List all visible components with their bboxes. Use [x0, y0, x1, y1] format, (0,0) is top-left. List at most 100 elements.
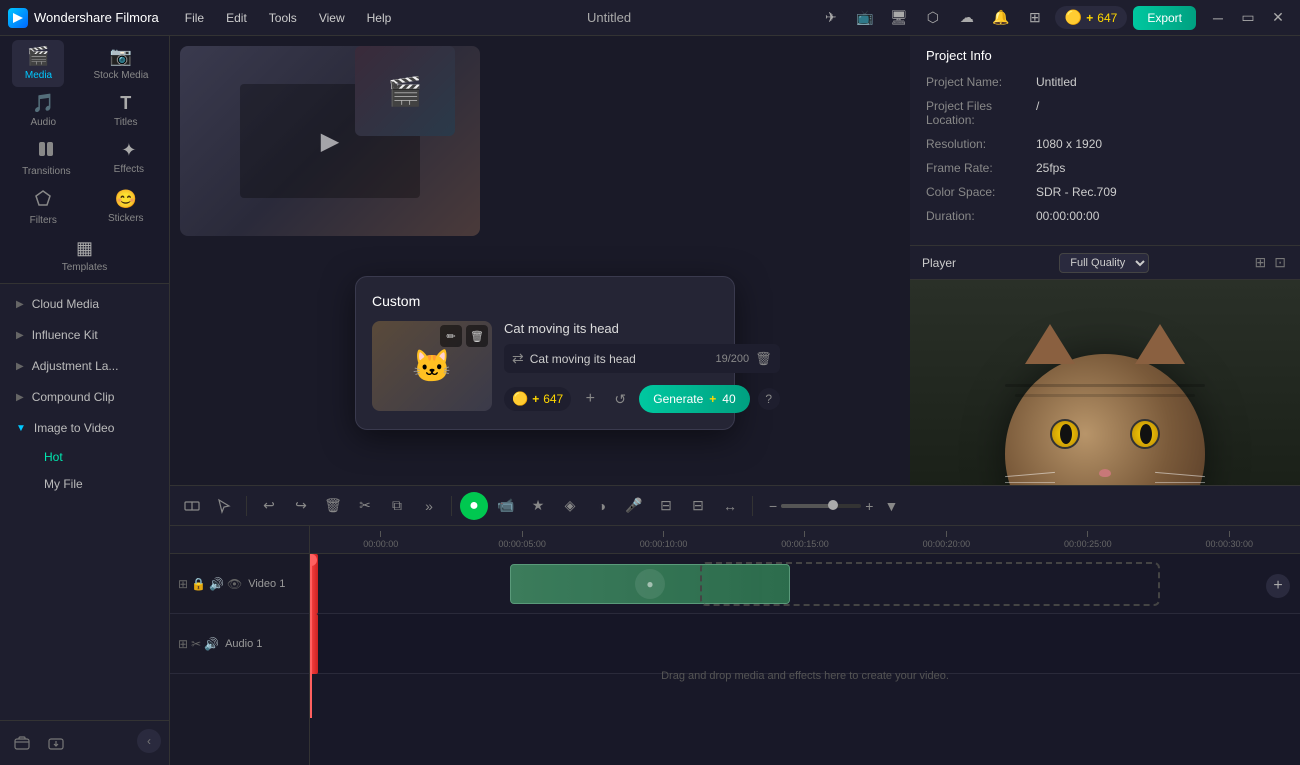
- undo-button[interactable]: ↩: [255, 492, 283, 520]
- track-visibility-icon[interactable]: 👁: [227, 577, 242, 591]
- zoom-slider[interactable]: [781, 504, 861, 508]
- delete-button[interactable]: 🗑: [319, 492, 347, 520]
- close-button[interactable]: ✕: [1264, 4, 1292, 32]
- tab-stock-media[interactable]: 📷 Stock Media: [85, 40, 156, 87]
- color-space-value: SDR - Rec.709: [1036, 185, 1117, 199]
- sidebar-item-adjustment[interactable]: ▶ Adjustment La...: [4, 351, 165, 381]
- generate-button[interactable]: Generate + 40: [639, 385, 749, 413]
- mask-btn[interactable]: ◑: [588, 492, 616, 520]
- thumb-icon-2: 🎬: [388, 75, 423, 108]
- menu-help[interactable]: Help: [357, 7, 402, 29]
- menu-file[interactable]: File: [175, 7, 214, 29]
- popup-credits-badge[interactable]: 🟡 + 647: [504, 387, 571, 411]
- speed-btn[interactable]: ↔: [716, 492, 744, 520]
- export-icon[interactable]: ⬡: [919, 4, 947, 32]
- color-space-row: Color Space: SDR - Rec.709: [926, 185, 1284, 199]
- titles-tab-label: Titles: [114, 117, 138, 128]
- effects-btn[interactable]: ★: [524, 492, 552, 520]
- clear-input-icon[interactable]: 🗑: [755, 351, 772, 367]
- fullscreen-icon[interactable]: ⊡: [1272, 252, 1288, 273]
- shuffle-icon[interactable]: ⇄: [512, 350, 524, 367]
- track-volume-icon[interactable]: 🔊: [209, 577, 224, 591]
- sidebar-item-image-to-video[interactable]: ▼ Image to Video: [4, 413, 165, 443]
- export-button[interactable]: Export: [1133, 6, 1196, 30]
- menu-view[interactable]: View: [309, 7, 355, 29]
- color-space-label: Color Space:: [926, 185, 1036, 199]
- toolbar-separator: [246, 496, 247, 516]
- record-button[interactable]: ●: [460, 492, 488, 520]
- edit-thumb-button[interactable]: ✏: [440, 325, 462, 347]
- copy-button[interactable]: ⧉: [383, 492, 411, 520]
- audio-track-menu-icon[interactable]: ⊞: [178, 637, 188, 651]
- audio-btn[interactable]: 🎤: [620, 492, 648, 520]
- sidebar-sub-hot[interactable]: Hot: [32, 444, 165, 470]
- prompt-input[interactable]: [530, 352, 710, 366]
- tab-titles[interactable]: T Titles: [100, 87, 152, 134]
- arrow-icon: ▶: [16, 330, 24, 341]
- cut-button[interactable]: ✂: [351, 492, 379, 520]
- maximize-button[interactable]: ▭: [1234, 4, 1262, 32]
- popup-right: Cat moving its head ⇄ 19/200 🗑 🟡 +: [504, 321, 780, 413]
- audio-track-clip-icon[interactable]: ✂: [191, 637, 201, 651]
- player-canvas: [910, 280, 1300, 485]
- sidebar-item-cloud-media[interactable]: ▶ Cloud Media: [4, 289, 165, 319]
- more-tools-button[interactable]: »: [415, 492, 443, 520]
- subtitle-btn[interactable]: ⊟: [652, 492, 680, 520]
- add-clip-button[interactable]: +: [1266, 574, 1290, 598]
- zoom-out-button[interactable]: −: [769, 498, 777, 514]
- audio-track-volume-icon[interactable]: 🔊: [204, 637, 219, 651]
- ruler-mark-0: 00:00:00: [310, 531, 451, 549]
- credits-coin-icon: 🟡: [512, 391, 528, 407]
- quality-dropdown[interactable]: Full Quality: [1059, 253, 1149, 273]
- video-track-name: Video 1: [248, 578, 285, 590]
- refresh-button[interactable]: ↺: [609, 388, 631, 410]
- ruler-mark-1: 00:00:05:00: [451, 531, 592, 549]
- add-camera-button[interactable]: 📹: [492, 492, 520, 520]
- project-name-row: Project Name: Untitled: [926, 75, 1284, 89]
- settings-icon[interactable]: 🔔: [987, 4, 1015, 32]
- sidebar-item-influence-kit[interactable]: ▶ Influence Kit: [4, 320, 165, 350]
- drop-zone[interactable]: [700, 562, 1160, 606]
- tab-filters[interactable]: Filters: [17, 183, 69, 232]
- minimize-button[interactable]: ─: [1204, 4, 1232, 32]
- zoom-in-button[interactable]: +: [865, 498, 873, 514]
- collapse-panel-button[interactable]: ‹: [137, 729, 161, 753]
- computer-icon[interactable]: 🖥: [885, 4, 913, 32]
- media-icon[interactable]: 📺: [851, 4, 879, 32]
- tab-templates[interactable]: ▦ Templates: [54, 232, 116, 279]
- tab-media[interactable]: 🎬 Media: [12, 40, 64, 87]
- color-btn[interactable]: ◈: [556, 492, 584, 520]
- cloud-icon[interactable]: ☁: [953, 4, 981, 32]
- tab-stickers[interactable]: 😊 Stickers: [100, 183, 152, 232]
- tab-audio[interactable]: 🎵 Audio: [17, 87, 69, 134]
- menu-tools[interactable]: Tools: [259, 7, 307, 29]
- selection-tool-button[interactable]: [210, 492, 238, 520]
- more-zoom-button[interactable]: ▼: [877, 492, 905, 520]
- tab-transitions[interactable]: Transitions: [14, 134, 79, 183]
- crop-btn[interactable]: ⊟: [684, 492, 712, 520]
- apps-icon[interactable]: ⊞: [1021, 4, 1049, 32]
- add-credits-button[interactable]: +: [579, 388, 601, 410]
- track-menu-icon[interactable]: ⊞: [178, 577, 188, 591]
- video-track-row: ● +: [310, 554, 1300, 614]
- audio-tab-icon: 🎵: [32, 93, 54, 114]
- ruler-mark-6: 00:00:30:00: [1159, 531, 1300, 549]
- tab-effects[interactable]: ✦ Effects: [103, 134, 155, 183]
- import-folder-icon[interactable]: [42, 729, 70, 757]
- ruler-mark-2: 00:00:10:00: [593, 531, 734, 549]
- add-folder-icon[interactable]: [8, 729, 36, 757]
- grid-view-icon[interactable]: ⊞: [1253, 252, 1269, 273]
- help-button[interactable]: ?: [758, 388, 780, 410]
- audio-track-icons: ⊞ ✂ 🔊: [178, 637, 219, 651]
- project-info-section: Project Info Project Name: Untitled Proj…: [910, 36, 1300, 246]
- delete-thumb-button[interactable]: 🗑: [466, 325, 488, 347]
- sidebar-item-compound-clip[interactable]: ▶ Compound Clip: [4, 382, 165, 412]
- timeline-content[interactable]: 00:00:00 00:00:05:00 00:00:10:00 00: [310, 526, 1300, 765]
- track-lock-icon[interactable]: 🔒: [191, 577, 206, 591]
- sidebar-sub-my-file[interactable]: My File: [32, 471, 165, 497]
- send-icon[interactable]: ✈: [817, 4, 845, 32]
- credits-badge[interactable]: 🟡 + 647: [1055, 6, 1127, 29]
- menu-edit[interactable]: Edit: [216, 7, 257, 29]
- split-tool-button[interactable]: [178, 492, 206, 520]
- redo-button[interactable]: ↪: [287, 492, 315, 520]
